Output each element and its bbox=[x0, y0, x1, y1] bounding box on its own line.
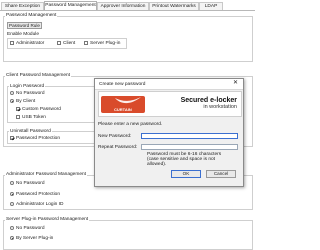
tab-approver-information[interactable]: Approver Information bbox=[97, 2, 149, 10]
password-protection-checkbox[interactable] bbox=[10, 136, 14, 140]
by-server-plugin-label: By Server Plug-in bbox=[16, 235, 54, 241]
no-password-radio[interactable] bbox=[10, 91, 14, 95]
repeat-password-label: Repeat Password: bbox=[98, 145, 138, 150]
dialog-title-bar[interactable]: Create new password ✕ bbox=[95, 79, 243, 90]
password-protection-label: Password Protection bbox=[16, 135, 60, 141]
close-icon[interactable]: ✕ bbox=[233, 80, 238, 86]
administrator-checkbox[interactable] bbox=[10, 41, 14, 45]
product-name: Secured e-locker bbox=[180, 97, 237, 104]
client-password-title: Client Password Management bbox=[5, 73, 71, 78]
admin-login-id-label: Administrator Login ID bbox=[16, 201, 64, 207]
usb-token-checkbox[interactable] bbox=[16, 115, 20, 119]
product-banner: CURTAIN Secured e-locker in workstation bbox=[98, 91, 242, 117]
dialog-title: Create new password bbox=[99, 81, 146, 87]
server-plugin-password-title: Server Plug-in Password Management bbox=[5, 217, 90, 222]
admin-no-password-label: No Password bbox=[16, 180, 45, 186]
tab-divider bbox=[0, 10, 255, 11]
custom-password-label: Custom Password bbox=[22, 106, 61, 112]
server-plugin-label: Server Plug-in bbox=[90, 40, 121, 46]
repeat-password-input[interactable] bbox=[141, 144, 238, 150]
administrator-label: Administrator bbox=[16, 40, 45, 46]
by-client-label: By Client bbox=[16, 98, 36, 104]
by-server-plugin-radio[interactable] bbox=[10, 236, 14, 240]
password-rule-button[interactable]: Password Rule bbox=[7, 22, 42, 29]
login-password-title: Login Password bbox=[9, 83, 46, 89]
server-plugin-checkbox[interactable] bbox=[84, 41, 88, 45]
new-password-input[interactable] bbox=[141, 133, 238, 139]
create-password-dialog: Create new password ✕ CURTAIN Secured e-… bbox=[94, 78, 244, 187]
curtain-logo: CURTAIN bbox=[101, 96, 145, 113]
admin-password-protection-radio[interactable] bbox=[10, 192, 14, 196]
tab-share-exception[interactable]: Share Exception bbox=[1, 2, 44, 10]
product-subtitle: in workstation bbox=[203, 104, 237, 110]
new-password-label: New Password: bbox=[98, 134, 132, 139]
enable-module-label: Enable Module bbox=[7, 32, 40, 37]
admin-password-title: Administrator Password Management bbox=[5, 172, 87, 177]
client-checkbox[interactable] bbox=[57, 41, 61, 45]
custom-password-checkbox[interactable] bbox=[16, 107, 20, 111]
logo-text: CURTAIN bbox=[114, 106, 132, 112]
ok-button[interactable]: OK bbox=[171, 170, 201, 178]
admin-login-id-radio[interactable] bbox=[10, 202, 14, 206]
cancel-button[interactable]: Cancel bbox=[206, 170, 236, 178]
password-management-title: Password Management bbox=[5, 13, 58, 18]
password-hint: Password must be 6-16 characters (case s… bbox=[147, 152, 222, 168]
usb-token-label: USB Token bbox=[22, 114, 46, 120]
dialog-prompt: Please enter a new password. bbox=[98, 122, 163, 127]
server-no-password-label: No Password bbox=[16, 225, 45, 231]
uninstall-password-title: Uninstall Password bbox=[9, 128, 52, 134]
admin-password-protection-label: Password Protection bbox=[16, 191, 60, 197]
admin-no-password-radio[interactable] bbox=[10, 181, 14, 185]
tab-ldap[interactable]: LDAP bbox=[199, 2, 223, 10]
client-label: Client bbox=[63, 40, 76, 46]
tab-password-management[interactable]: Password Management bbox=[44, 1, 97, 10]
by-client-radio[interactable] bbox=[10, 99, 14, 103]
no-password-label: No Password bbox=[16, 90, 45, 96]
tab-printout-watermarks[interactable]: Printout Watermarks bbox=[149, 2, 199, 10]
server-no-password-radio[interactable] bbox=[10, 226, 14, 230]
